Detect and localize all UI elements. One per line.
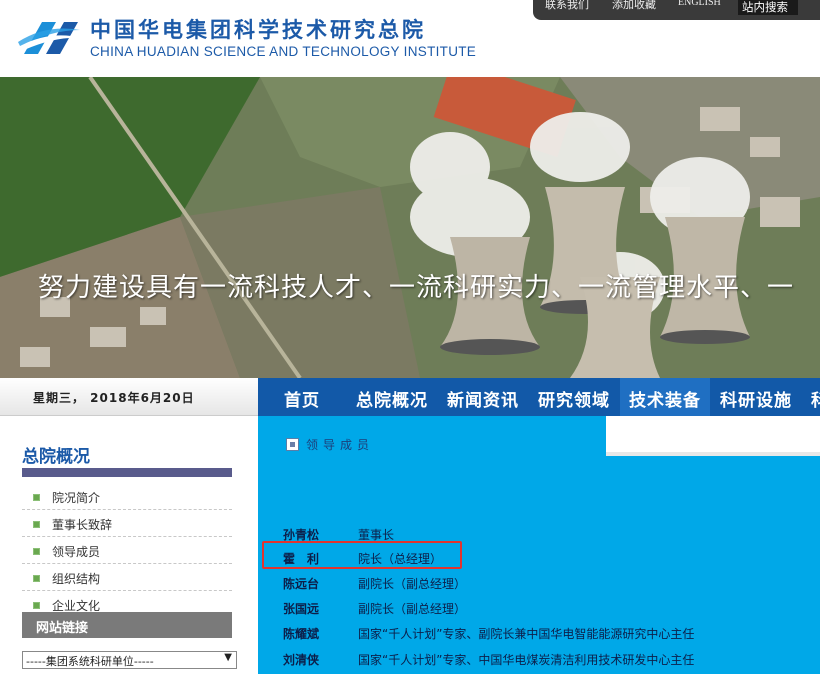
sidebar-item-label: 领导成员	[52, 545, 101, 559]
power-plant-image	[0, 77, 820, 378]
member-title: 副院长（副总经理）	[358, 602, 467, 616]
member-name: 刘清侠	[283, 653, 320, 667]
member-title: 副院长（副总经理）	[358, 577, 467, 591]
hero-banner: 努力建设具有一流科技人才、一流科研实力、一流管理水平、一	[0, 77, 820, 378]
sidebar-item-leaders[interactable]: 领导成员	[22, 538, 232, 564]
sidebar-item-label: 董事长致辞	[52, 518, 113, 532]
bullet-icon	[33, 602, 40, 609]
nav-overview[interactable]: 总院概况	[356, 386, 428, 411]
current-date: 星期三， 2018年6月20日	[33, 391, 195, 405]
sidebar-item-intro[interactable]: 院况简介	[22, 484, 232, 510]
highlight-box	[262, 541, 462, 569]
sidebar-item-chairman[interactable]: 董事长致辞	[22, 511, 232, 537]
nav-home[interactable]: 首页	[284, 386, 320, 411]
sidebar-item-label: 组织结构	[52, 572, 101, 586]
date-bar: 星期三， 2018年6月20日	[0, 378, 258, 416]
nav-research[interactable]: 研究领域	[538, 386, 610, 411]
contact-link[interactable]: 联系我们	[545, 0, 589, 12]
member-title: 国家“千人计划”专家、中国华电煤炭清洁利用技术研发中心主任	[358, 653, 695, 667]
member-name: 张国远	[283, 602, 320, 616]
sidebar-item-structure[interactable]: 组织结构	[22, 565, 232, 591]
bullet-icon	[33, 494, 40, 501]
main-nav: 首页 总院概况 新闻资讯 研究领域 技术装备 科研设施 科	[258, 378, 820, 416]
nav-equipment[interactable]: 技术装备	[629, 386, 701, 411]
bookmark-link[interactable]: 添加收藏	[612, 0, 656, 12]
member-name: 陈耀斌	[283, 627, 320, 641]
member-row: 张国远 副院长（副总经理）	[258, 596, 820, 620]
site-search-label: 站内搜索	[742, 0, 788, 14]
sidebar-item-label: 院况简介	[52, 491, 101, 505]
nav-news[interactable]: 新闻资讯	[447, 386, 519, 411]
sidebar: 总院概况 院况简介 董事长致辞 领导成员 组织结构 企业文化 网站链接 ----…	[0, 416, 258, 674]
site-links-title: 网站链接	[36, 621, 89, 636]
member-row: 陈耀斌 国家“千人计划”专家、副院长兼中国华电智能能源研究中心主任	[258, 621, 820, 645]
sidebar-title: 总院概况	[22, 447, 90, 467]
member-name: 陈远台	[283, 577, 320, 591]
member-row: 刘清侠 国家“千人计划”专家、中国华电煤炭清洁利用技术研发中心主任	[258, 647, 820, 671]
member-row: 陈远台 副院长（副总经理）	[258, 571, 820, 595]
bullet-icon	[33, 575, 40, 582]
sidebar-divider	[22, 468, 232, 477]
member-title: 国家“千人计划”专家、副院长兼中国华电智能能源研究中心主任	[358, 627, 695, 641]
sidebar-item-culture[interactable]: 企业文化	[22, 592, 232, 613]
research-units-select[interactable]: -----集团系统科研单位----- ▼	[22, 651, 237, 669]
nav-more[interactable]: 科	[811, 386, 820, 411]
banner-slogan: 努力建设具有一流科技人才、一流科研实力、一流管理水平、一	[38, 273, 795, 303]
select-value: -----集团系统科研单位-----	[26, 655, 154, 668]
site-title-en: CHINA HUADIAN SCIENCE AND TECHNOLOGY INS…	[90, 44, 477, 59]
site-links-header: 网站链接	[22, 612, 232, 638]
nav-facilities[interactable]: 科研设施	[720, 386, 792, 411]
chevron-down-icon: ▼	[224, 652, 232, 663]
site-search-button[interactable]: 站内搜索	[738, 0, 798, 15]
huadian-logo-icon[interactable]	[16, 16, 84, 60]
section-title: 领导成员	[306, 438, 375, 452]
bullet-icon	[33, 548, 40, 555]
section-marker-icon	[286, 438, 299, 451]
site-header: 中国华电集团科学技术研究总院 CHINA HUADIAN SCIENCE AND…	[0, 0, 820, 77]
main-content: 领导成员 孙青松 董事长 霍 利 院长（总经理） 陈远台 副院长（副总经理） 张…	[258, 416, 820, 674]
site-title-cn: 中国华电集团科学技术研究总院	[90, 18, 426, 42]
content-header-white	[606, 416, 820, 452]
bullet-icon	[33, 521, 40, 528]
content-header-strip	[606, 452, 820, 456]
english-link[interactable]: ENGLISH	[678, 0, 721, 8]
